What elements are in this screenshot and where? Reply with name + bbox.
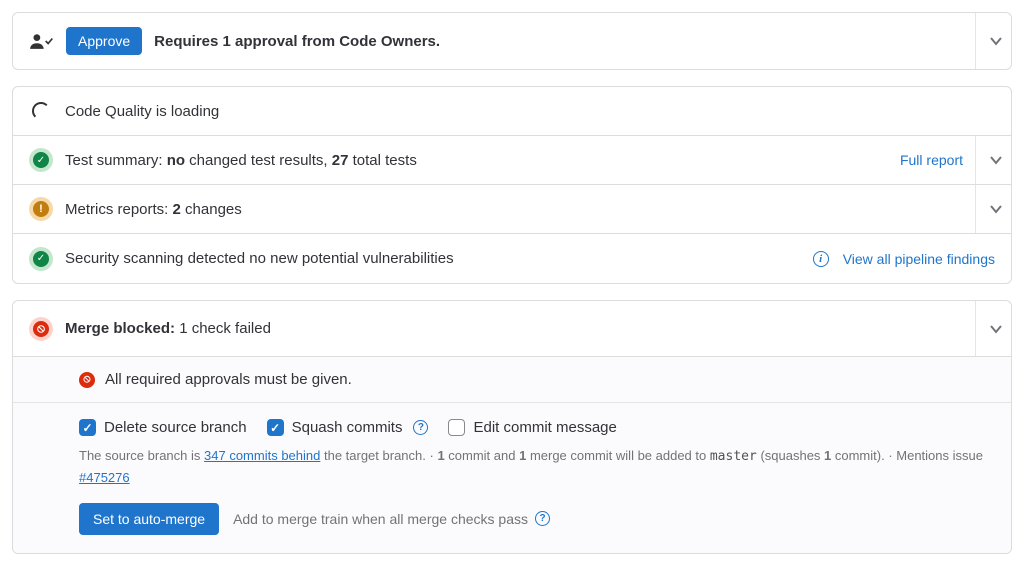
merge-panel: ⦸ Merge blocked: 1 check failed ⦸ All re… bbox=[12, 300, 1012, 554]
test-summary-text: Test summary: no changed test results, 2… bbox=[65, 152, 888, 169]
approvals-required-row: ⦸ All required approvals must be given. bbox=[13, 357, 1011, 403]
success-icon: ✓ bbox=[29, 148, 53, 172]
checkbox-unchecked-icon bbox=[448, 419, 465, 436]
auto-merge-hint: Add to merge train when all merge checks… bbox=[233, 511, 550, 527]
merge-helper-text: The source branch is 347 commits behind … bbox=[79, 446, 995, 489]
merge-blocked-row: ⦸ Merge blocked: 1 check failed bbox=[13, 301, 1011, 357]
approval-requirement-text: Requires 1 approval from Code Owners. bbox=[154, 33, 963, 50]
help-icon[interactable]: ? bbox=[413, 420, 428, 435]
merge-blocked-text: Merge blocked: 1 check failed bbox=[65, 320, 963, 337]
success-icon: ✓ bbox=[29, 247, 53, 271]
approve-button[interactable]: Approve bbox=[66, 27, 142, 55]
view-findings-link[interactable]: View all pipeline findings bbox=[843, 251, 995, 267]
tests-expand-toggle[interactable] bbox=[975, 136, 1011, 184]
merge-details-section: ⦸ All required approvals must be given. … bbox=[13, 357, 1011, 553]
metrics-text: Metrics reports: 2 changes bbox=[65, 201, 963, 218]
security-row: ✓ Security scanning detected no new pote… bbox=[13, 234, 1011, 283]
security-text: Security scanning detected no new potent… bbox=[65, 250, 801, 267]
squash-commits-checkbox[interactable]: Squash commits ? bbox=[267, 419, 429, 436]
code-quality-row: Code Quality is loading bbox=[13, 87, 1011, 136]
metrics-expand-toggle[interactable] bbox=[975, 185, 1011, 233]
info-icon[interactable]: i bbox=[813, 251, 829, 267]
issue-link[interactable]: #475276 bbox=[79, 470, 130, 485]
spinner-icon bbox=[29, 99, 53, 123]
blocked-icon: ⦸ bbox=[29, 317, 53, 341]
edit-commit-checkbox[interactable]: Edit commit message bbox=[448, 419, 616, 436]
merge-expand-toggle[interactable] bbox=[975, 301, 1011, 356]
reports-panel: Code Quality is loading ✓ Test summary: … bbox=[12, 86, 1012, 284]
approval-expand-toggle[interactable] bbox=[975, 13, 1011, 69]
metrics-row: ! Metrics reports: 2 changes bbox=[13, 185, 1011, 234]
full-report-link[interactable]: Full report bbox=[900, 152, 963, 168]
delete-branch-checkbox[interactable]: Delete source branch bbox=[79, 419, 247, 436]
approvals-required-text: All required approvals must be given. bbox=[105, 371, 352, 388]
auto-merge-button[interactable]: Set to auto-merge bbox=[79, 503, 219, 535]
checkbox-checked-icon bbox=[267, 419, 284, 436]
warning-icon: ! bbox=[29, 197, 53, 221]
code-quality-text: Code Quality is loading bbox=[65, 103, 995, 120]
commits-behind-link[interactable]: 347 commits behind bbox=[204, 448, 320, 463]
blocked-small-icon: ⦸ bbox=[79, 372, 95, 388]
approval-panel: Approve Requires 1 approval from Code Ow… bbox=[12, 12, 1012, 70]
test-summary-row: ✓ Test summary: no changed test results,… bbox=[13, 136, 1011, 185]
approver-icon bbox=[29, 32, 54, 50]
merge-options-block: Delete source branch Squash commits ? Ed… bbox=[13, 403, 1011, 553]
help-icon[interactable]: ? bbox=[535, 511, 550, 526]
approval-row: Approve Requires 1 approval from Code Ow… bbox=[13, 13, 1011, 69]
target-branch-code: master bbox=[710, 449, 757, 464]
checkbox-checked-icon bbox=[79, 419, 96, 436]
